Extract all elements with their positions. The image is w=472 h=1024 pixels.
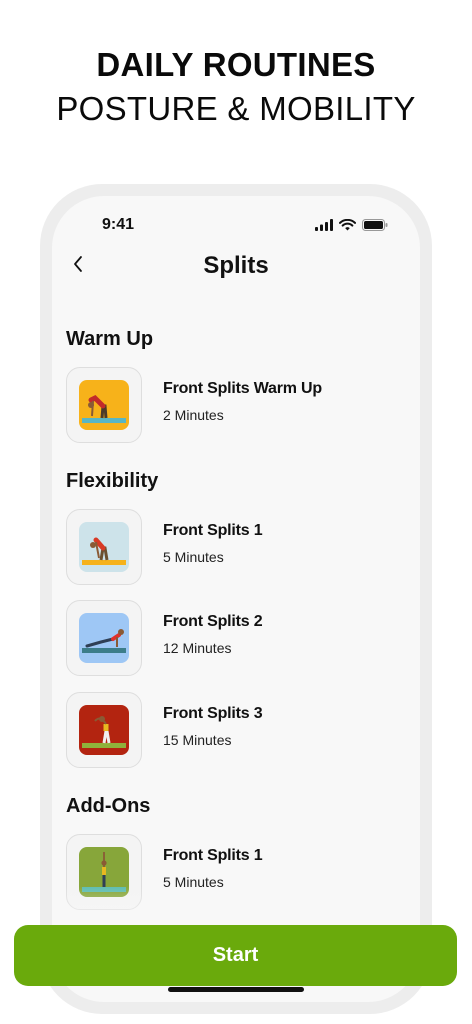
row-title: Front Splits 2: [163, 613, 263, 630]
phone-screen: 9:41 Splits Warm Up Front Splits Warm Up…: [52, 196, 420, 1002]
exercise-thumbnail: [66, 692, 142, 768]
row-duration: 2 Minutes: [163, 407, 224, 423]
list-item-front-splits-3[interactable]: Front Splits 3 15 Minutes: [66, 692, 406, 770]
status-time: 9:41: [102, 216, 135, 233]
home-indicator: [168, 987, 304, 992]
row-title: Front Splits 1: [163, 847, 263, 864]
wifi-icon: [339, 218, 356, 236]
section-title-flexibility: Flexibility: [66, 470, 159, 492]
row-duration: 5 Minutes: [163, 549, 224, 565]
exercise-thumbnail: [66, 367, 142, 443]
promo-headline: DAILY ROUTINES: [96, 46, 376, 83]
section-title-add-ons: Add-Ons: [66, 795, 151, 817]
exercise-illustration: [79, 522, 129, 572]
row-title: Front Splits Warm Up: [163, 380, 322, 397]
row-title: Front Splits 1: [163, 522, 263, 539]
exercise-thumbnail: [66, 600, 142, 676]
exercise-illustration: [79, 380, 129, 430]
row-duration: 15 Minutes: [163, 732, 232, 748]
status-icons: [315, 218, 388, 236]
battery-icon: [362, 218, 388, 236]
list-item-front-splits-2[interactable]: Front Splits 2 12 Minutes: [66, 600, 406, 678]
cellular-signal-icon: [315, 218, 333, 236]
row-title: Front Splits 3: [163, 705, 263, 722]
nav-bar: Splits: [52, 248, 420, 288]
page-title: Splits: [203, 252, 269, 279]
list-item-front-splits-1[interactable]: Front Splits 1 5 Minutes: [66, 509, 406, 587]
status-bar: 9:41: [52, 196, 420, 252]
start-button[interactable]: Start: [14, 925, 457, 986]
list-item-front-splits-warm-up[interactable]: Front Splits Warm Up 2 Minutes: [66, 367, 406, 445]
section-title-warm-up: Warm Up: [66, 328, 154, 350]
exercise-illustration: [79, 613, 129, 663]
row-duration: 12 Minutes: [163, 640, 232, 656]
exercise-thumbnail: [66, 509, 142, 585]
exercise-illustration: [79, 705, 129, 755]
promo-subheadline: POSTURE & MOBILITY: [56, 90, 416, 127]
